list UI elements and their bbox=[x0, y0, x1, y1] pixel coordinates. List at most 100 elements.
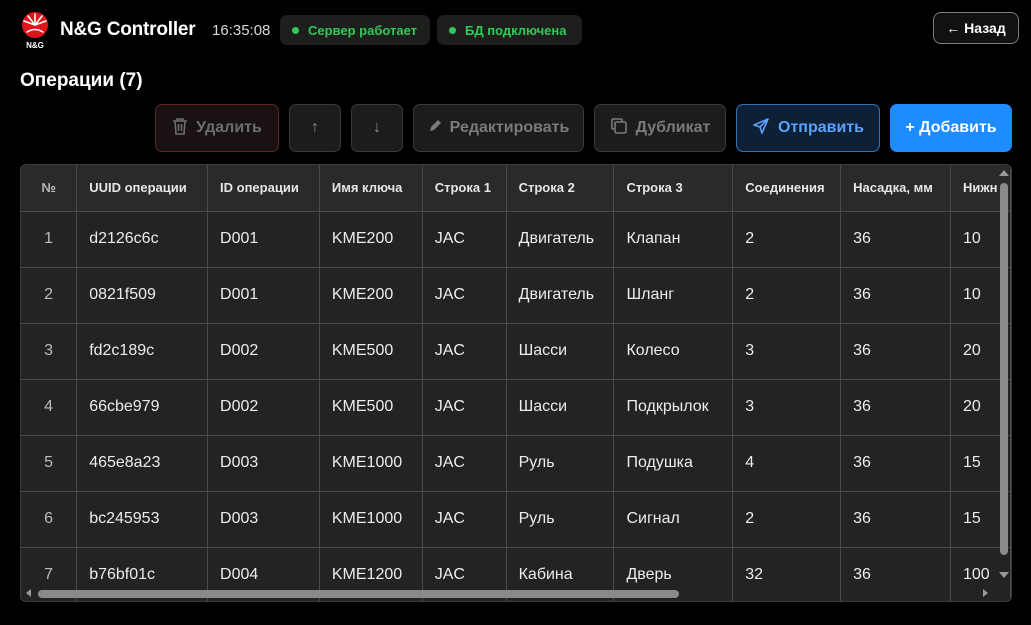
column-header[interactable]: Имя ключа bbox=[319, 165, 423, 212]
table-cell: Шасси bbox=[506, 323, 615, 380]
table-cell: D002 bbox=[207, 323, 320, 380]
table-cell: D003 bbox=[207, 435, 320, 492]
send-button[interactable]: Отправить bbox=[736, 104, 880, 152]
table-cell: 36 bbox=[840, 267, 951, 324]
table-cell: JAC bbox=[422, 267, 507, 324]
table-cell: 6 bbox=[21, 491, 78, 548]
table-cell: JAC bbox=[422, 379, 507, 436]
operations-table: № UUID операции ID операции Имя ключа Строка… bbox=[20, 164, 1012, 602]
table-cell: KME1000 bbox=[319, 491, 423, 548]
table-cell: 465e8a23 bbox=[76, 435, 209, 492]
table-cell: 2 bbox=[732, 211, 842, 268]
table-cell: D001 bbox=[207, 211, 320, 268]
clock: 16:35:08 bbox=[212, 22, 271, 39]
send-icon bbox=[752, 117, 770, 140]
table-cell: Колесо bbox=[613, 323, 734, 380]
scroll-left-icon[interactable] bbox=[26, 589, 31, 597]
table-cell: Руль bbox=[506, 435, 615, 492]
table-cell: D003 bbox=[207, 491, 320, 548]
table-cell: 36 bbox=[840, 211, 951, 268]
table-cell: Клапан bbox=[613, 211, 734, 268]
duplicate-button[interactable]: Дубликат bbox=[594, 104, 726, 152]
column-header[interactable]: Строка 2 bbox=[506, 165, 615, 212]
table-cell: 4 bbox=[21, 379, 78, 436]
table-cell: JAC bbox=[422, 491, 507, 548]
edit-label: Редактировать bbox=[449, 119, 570, 136]
table-cell: Шасси bbox=[506, 379, 615, 436]
column-header[interactable]: ID операции bbox=[207, 165, 320, 212]
table-cell: JAC bbox=[422, 435, 507, 492]
server-status-text: Сервер работает bbox=[308, 22, 418, 38]
scroll-up-icon[interactable] bbox=[999, 170, 1009, 176]
table-cell: KME500 bbox=[319, 379, 423, 436]
status-dot-icon bbox=[292, 27, 299, 34]
copy-icon bbox=[610, 117, 628, 140]
table-cell: KME1000 bbox=[319, 435, 423, 492]
table-cell: 5 bbox=[21, 435, 78, 492]
logo-text: N&G bbox=[26, 41, 44, 50]
table-cell: Двигатель bbox=[506, 267, 615, 324]
delete-label: Удалить bbox=[196, 119, 262, 136]
table-cell: 66cbe979 bbox=[76, 379, 209, 436]
operations-grid: № UUID операции ID операции Имя ключа Строка… bbox=[21, 165, 1011, 601]
table-cell: 36 bbox=[840, 379, 951, 436]
table-cell: KME500 bbox=[319, 323, 423, 380]
db-status-text: БД подключена bbox=[465, 22, 567, 38]
table-header-row: № UUID операции ID операции Имя ключа Строка… bbox=[21, 165, 1011, 212]
add-button[interactable]: + Добавить bbox=[890, 104, 1012, 152]
scroll-thumb[interactable] bbox=[1000, 183, 1008, 555]
table-cell: 2 bbox=[732, 491, 842, 548]
back-button[interactable]: ← Назад bbox=[933, 12, 1019, 44]
table-cell: Подушка bbox=[613, 435, 734, 492]
column-header[interactable]: Строка 1 bbox=[422, 165, 507, 212]
table-cell: JAC bbox=[422, 211, 507, 268]
column-header[interactable]: Строка 3 bbox=[613, 165, 734, 212]
send-label: Отправить bbox=[778, 119, 864, 136]
column-header[interactable]: UUID операции bbox=[76, 165, 209, 212]
table-cell: 2 bbox=[732, 267, 842, 324]
column-header[interactable]: № bbox=[21, 165, 78, 212]
logo: N&G bbox=[19, 10, 51, 50]
pencil-icon bbox=[428, 119, 442, 138]
table-cell: 0821f509 bbox=[76, 267, 209, 324]
table-cell: KME200 bbox=[319, 267, 423, 324]
table-cell: Шланг bbox=[613, 267, 734, 324]
table-cell: 36 bbox=[840, 435, 951, 492]
table-cell: 4 bbox=[732, 435, 842, 492]
table-row[interactable]: 6 bc245953 D003 KME1000 JAC Руль Сигнал 2 36 15 bbox=[21, 491, 1011, 548]
delete-button[interactable]: Удалить bbox=[155, 104, 279, 152]
vertical-scrollbar[interactable] bbox=[996, 166, 1011, 585]
table-cell: 1 bbox=[21, 211, 78, 268]
table-row[interactable]: 5 465e8a23 D003 KME1000 JAC Руль Подушка 4 36 15 bbox=[21, 435, 1011, 492]
column-header[interactable]: Насадка, мм bbox=[840, 165, 951, 212]
table-row[interactable]: 4 66cbe979 D002 KME500 JAC Шасси Подкрылок 3 36 2… bbox=[21, 379, 1011, 436]
table-cell: D002 bbox=[207, 379, 320, 436]
table-row[interactable]: 1 d2126c6c D001 KME200 JAC Двигатель Клапан 2 36… bbox=[21, 211, 1011, 268]
page-title: Операции (7) bbox=[20, 70, 143, 91]
edit-button[interactable]: Редактировать bbox=[413, 104, 584, 152]
table-cell: JAC bbox=[422, 323, 507, 380]
move-down-button[interactable]: ↓ bbox=[351, 104, 403, 152]
duplicate-label: Дубликат bbox=[635, 119, 711, 136]
table-cell: Сигнал bbox=[613, 491, 734, 548]
table-cell: 3 bbox=[732, 379, 842, 436]
table-cell: Подкрылок bbox=[613, 379, 734, 436]
move-up-button[interactable]: ↑ bbox=[289, 104, 341, 152]
status-dot-icon bbox=[449, 27, 456, 34]
table-row[interactable]: 3 fd2c189c D002 KME500 JAC Шасси Колесо 3 36 20 bbox=[21, 323, 1011, 380]
scroll-thumb[interactable] bbox=[38, 590, 679, 598]
server-status-badge: Сервер работает bbox=[280, 15, 430, 45]
table-cell: bc245953 bbox=[76, 491, 209, 548]
scroll-right-icon[interactable] bbox=[983, 589, 988, 597]
table-cell: Двигатель bbox=[506, 211, 615, 268]
table-row[interactable]: 2 0821f509 D001 KME200 JAC Двигатель Шланг 2 36 1… bbox=[21, 267, 1011, 324]
table-cell: 3 bbox=[732, 323, 842, 380]
scroll-down-icon[interactable] bbox=[999, 572, 1009, 578]
table-cell: KME200 bbox=[319, 211, 423, 268]
table-cell: Руль bbox=[506, 491, 615, 548]
table-cell: D001 bbox=[207, 267, 320, 324]
horizontal-scrollbar[interactable] bbox=[21, 586, 996, 601]
app-title: N&G Controller bbox=[60, 19, 196, 40]
db-status-badge: БД подключена bbox=[437, 15, 582, 45]
column-header[interactable]: Соединения bbox=[732, 165, 842, 212]
